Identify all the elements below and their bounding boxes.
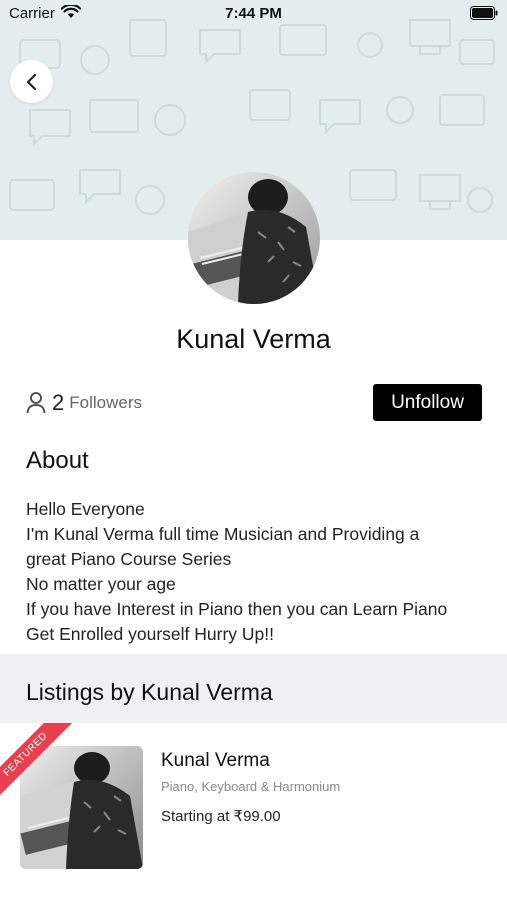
status-bar: Carrier 7:44 PM [0,0,507,28]
about-heading: About [26,447,89,474]
featured-ribbon: FEATURED [0,723,80,803]
back-button[interactable] [10,60,53,103]
profile-name: Kunal Verma [176,324,331,354]
featured-badge: FEATURED [0,723,76,803]
about-line: Get Enrolled yourself Hurry Up!! [26,624,275,644]
person-icon [26,392,46,414]
about-line: great Piano Course Series [26,549,232,569]
battery-icon [470,6,498,20]
about-line: No matter your age [26,574,176,594]
about-line: If you have Interest in Piano then you c… [26,599,448,619]
about-text: Hello Everyone I'm Kunal Verma full time… [26,497,496,647]
listing-title: Kunal Verma [161,750,270,771]
listing-price: Starting at ₹99.00 [161,808,281,825]
about-line: Hello Everyone [26,499,145,519]
followers-count: 2 [52,390,65,415]
listing-card[interactable]: FEATURED Kunal Verma Piano, Keyboard & H… [0,723,507,883]
about-line: I'm Kunal Verma full time Musician and P… [26,524,420,544]
followers-label: Followers [69,393,142,412]
unfollow-button[interactable]: Unfollow [373,384,482,421]
profile-photo [188,172,320,304]
chevron-left-icon [26,73,36,90]
listing-category: Piano, Keyboard & Harmonium [161,779,341,794]
followers-info: 2 Followers [26,388,142,418]
avatar [188,172,320,304]
listings-heading: Listings by Kunal Verma [26,679,273,705]
clock: 7:44 PM [225,5,282,22]
